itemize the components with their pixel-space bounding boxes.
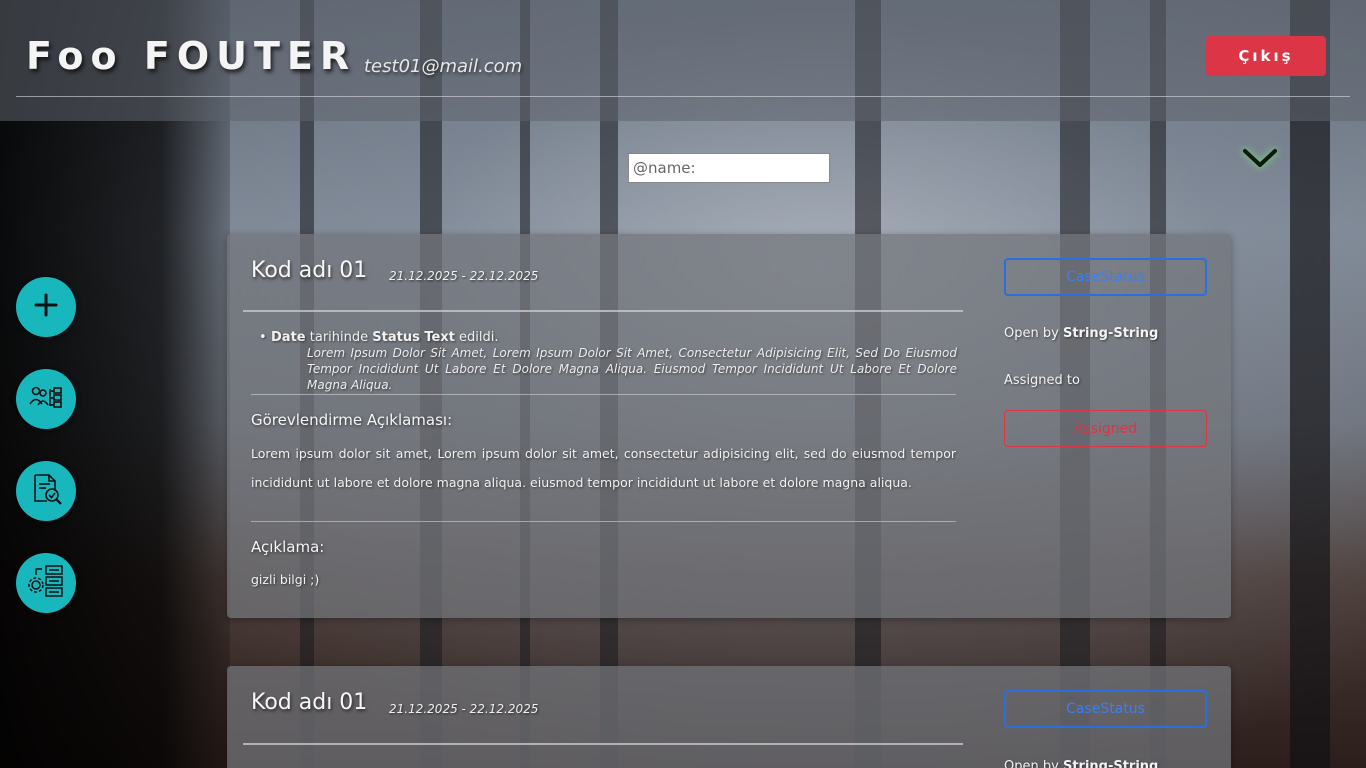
log-detail: Lorem Ipsum Dolor Sit Amet, Lorem Ipsum …: [307, 346, 957, 392]
open-by-prefix: Open by: [1004, 326, 1059, 341]
chevron-down-icon[interactable]: [1242, 146, 1278, 170]
divider: [251, 521, 956, 522]
settings-workflow-icon: [26, 563, 66, 603]
assignment-title: Görevlendirme Açıklaması:: [251, 411, 453, 429]
open-by-name: String-String: [1062, 326, 1159, 341]
assignment-text: Lorem ipsum dolor sit amet, Lorem ipsum …: [251, 446, 956, 490]
assigned-to-label: Assigned to: [1004, 373, 1080, 388]
case-dates: 21.12.2025 - 22.12.2025: [389, 269, 539, 283]
document-review-button[interactable]: [16, 461, 76, 521]
logout-button[interactable]: Çıkış: [1206, 36, 1326, 76]
add-case-button[interactable]: [16, 277, 76, 337]
open-by-prefix: Open by: [1004, 759, 1059, 768]
bullet: •: [259, 330, 267, 345]
top-header: Foo FOUTER test01@mail.com Çıkış: [0, 0, 1366, 121]
case-dates: 21.12.2025 - 22.12.2025: [389, 702, 539, 716]
header-bar: Foo FOUTER test01@mail.com: [16, 0, 1350, 97]
assigned-button[interactable]: Assigned: [1004, 410, 1207, 447]
plus-icon: [33, 292, 59, 322]
log-mid: tarihinde: [309, 330, 369, 345]
user-email: test01@mail.com: [364, 56, 523, 77]
case-title: Kod adı 01: [251, 258, 368, 283]
description-text: gizli bilgi ;): [251, 572, 320, 587]
case-status-button[interactable]: CaseStatus: [1004, 258, 1207, 296]
org-users-icon: [28, 382, 64, 416]
log-end: edildi.: [459, 330, 499, 345]
divider: [243, 310, 963, 312]
case-card: Kod adı 01 21.12.2025 - 22.12.2025 CaseS…: [227, 666, 1231, 768]
org-users-button[interactable]: [16, 369, 76, 429]
brand-title: Foo FOUTER: [26, 34, 357, 78]
open-by-text: Open by String-String: [1004, 326, 1158, 341]
search-input[interactable]: [628, 153, 830, 183]
divider: [243, 743, 963, 745]
case-title: Kod adı 01: [251, 690, 368, 715]
description-title: Açıklama:: [251, 538, 325, 556]
divider: [251, 394, 956, 395]
document-search-check-icon: [28, 471, 64, 511]
settings-workflow-button[interactable]: [16, 553, 76, 613]
log-date: Date: [271, 330, 306, 345]
case-card: Kod adı 01 21.12.2025 - 22.12.2025 CaseS…: [227, 234, 1231, 618]
case-status-button[interactable]: CaseStatus: [1004, 690, 1207, 728]
open-by-text: Open by String-String: [1004, 759, 1158, 768]
log-entry: • Date tarihinde Status Text edildi.: [259, 330, 957, 345]
log-status: Status Text: [372, 330, 455, 345]
open-by-name: String-String: [1062, 759, 1159, 768]
